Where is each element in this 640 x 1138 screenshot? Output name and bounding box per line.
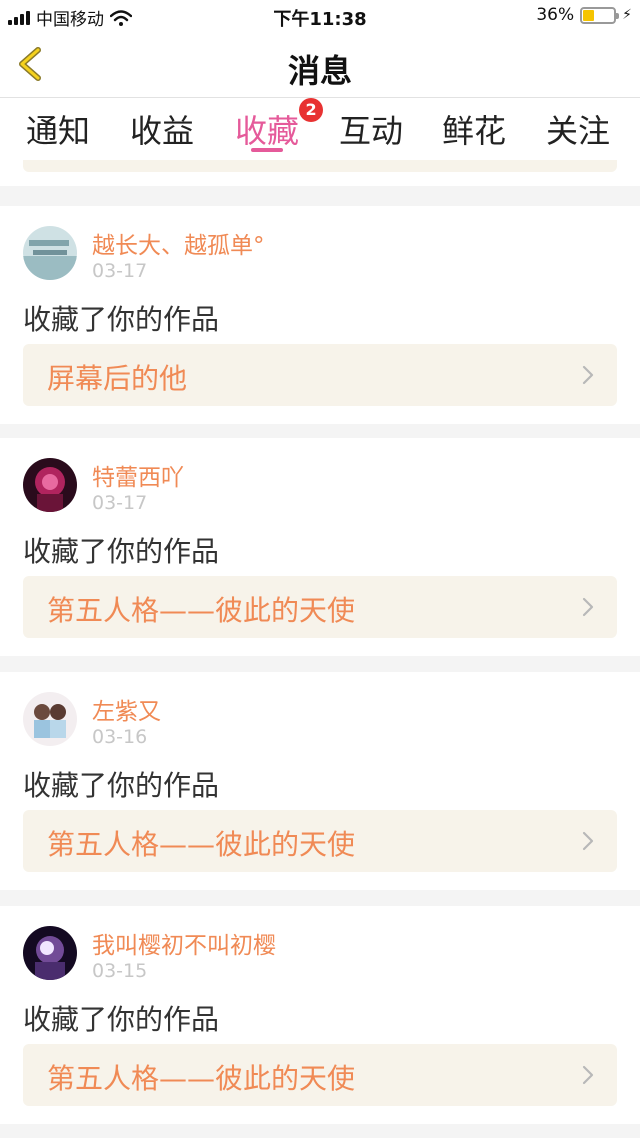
work-title: 屏幕后的他 [47, 362, 188, 395]
work-link[interactable]: 第五人格——彼此的天使 [23, 1044, 617, 1106]
battery-fill [583, 9, 594, 21]
message-text: 收藏了你的作品 [23, 1003, 220, 1036]
tab-label: 收藏 [235, 112, 300, 150]
list-item-partial [0, 160, 640, 186]
nav-bar: 消息 [0, 32, 640, 98]
work-link[interactable]: 第五人格——彼此的天使 [23, 810, 617, 872]
tab-label: 关注 [546, 112, 611, 150]
chevron-right-icon [582, 1065, 594, 1085]
active-tab-indicator [251, 148, 283, 152]
tab-label: 收益 [130, 112, 195, 150]
tab-label: 鲜花 [442, 112, 507, 150]
chevron-left-icon [19, 47, 41, 81]
charging-icon: ⚡ [622, 7, 632, 23]
avatar[interactable] [23, 692, 77, 746]
battery-percent: 36% [536, 5, 575, 25]
avatar[interactable] [23, 926, 77, 980]
tab-interactions[interactable]: 互动 [339, 106, 403, 156]
message-text: 收藏了你的作品 [23, 303, 220, 336]
battery-icon [580, 6, 620, 24]
chevron-right-icon [582, 831, 594, 851]
list-item: 左紫又 03-16 收藏了你的作品 第五人格——彼此的天使 [0, 672, 640, 890]
tab-label: 互动 [339, 112, 404, 150]
work-link[interactable]: 屏幕后的他 [23, 344, 617, 406]
message-text: 收藏了你的作品 [23, 769, 220, 802]
tab-label: 通知 [26, 112, 91, 150]
username-link[interactable]: 特蕾西吖 [92, 458, 184, 492]
tab-flowers[interactable]: 鲜花 [442, 106, 506, 156]
work-title: 第五人格——彼此的天使 [47, 828, 356, 861]
list-item: 我叫樱初不叫初樱 03-15 收藏了你的作品 第五人格——彼此的天使 [0, 906, 640, 1124]
username-link[interactable]: 左紫又 [92, 692, 161, 726]
back-button[interactable] [12, 44, 52, 84]
message-date: 03-17 [92, 492, 148, 514]
work-title: 第五人格——彼此的天使 [47, 1062, 356, 1095]
chevron-right-icon [582, 597, 594, 617]
tab-following[interactable]: 关注 [546, 106, 610, 156]
chevron-right-icon [582, 365, 594, 385]
work-link[interactable]: 第五人格——彼此的天使 [23, 576, 617, 638]
tab-bar: 通知 收益 收藏 2 互动 鲜花 关注 [0, 98, 640, 160]
message-text: 收藏了你的作品 [23, 535, 220, 568]
message-date: 03-17 [92, 260, 148, 282]
status-bar-right: 36% ⚡ [536, 5, 632, 25]
avatar[interactable] [23, 458, 77, 512]
work-link-partial[interactable] [23, 160, 617, 172]
username-link[interactable]: 我叫樱初不叫初樱 [92, 926, 276, 960]
avatar[interactable] [23, 226, 77, 280]
status-bar: 中国移动 下午11:38 36% ⚡ [0, 0, 640, 32]
message-date: 03-15 [92, 960, 148, 982]
tab-earnings[interactable]: 收益 [130, 106, 194, 156]
username-link[interactable]: 越长大、越孤单° [92, 226, 265, 260]
list-item: 越长大、越孤单° 03-17 收藏了你的作品 屏幕后的他 [0, 206, 640, 424]
list-item: 特蕾西吖 03-17 收藏了你的作品 第五人格——彼此的天使 [0, 438, 640, 656]
work-title: 第五人格——彼此的天使 [47, 594, 356, 627]
tab-notifications[interactable]: 通知 [26, 106, 90, 156]
message-date: 03-16 [92, 726, 148, 748]
page-title: 消息 [287, 52, 352, 90]
unread-badge: 2 [299, 98, 324, 122]
tab-favorites[interactable]: 收藏 2 [235, 98, 324, 156]
